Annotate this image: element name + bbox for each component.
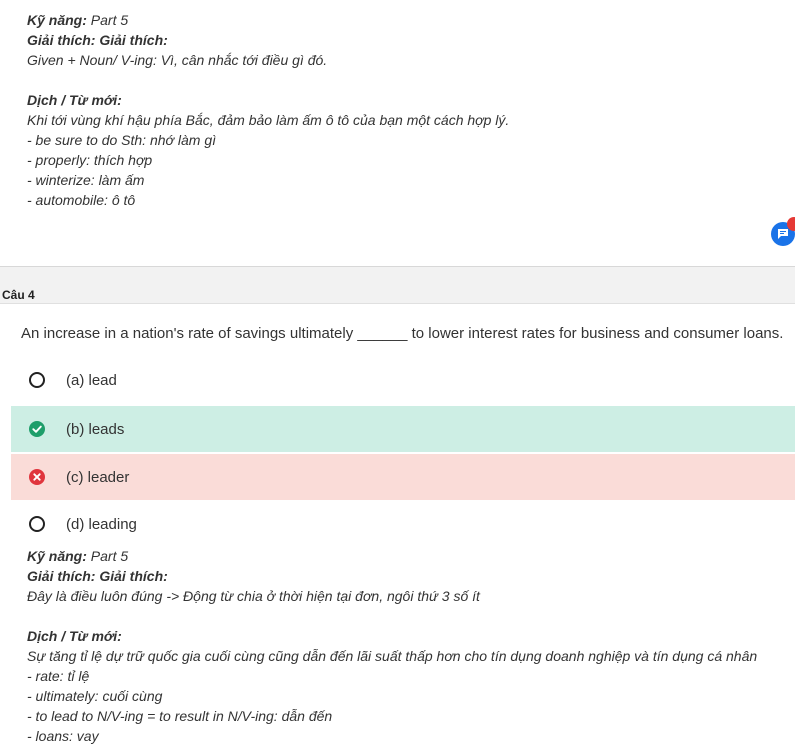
option-label: (c) leader xyxy=(66,468,130,486)
option-label: (b) leads xyxy=(66,420,125,438)
question-separator xyxy=(0,267,795,303)
vocab-line: - loans: vay xyxy=(27,728,99,744)
vocab-line: Khi tới vùng khí hậu phía Bắc, đảm bảo l… xyxy=(27,112,510,128)
question-number: Câu 4 xyxy=(2,288,35,302)
option-d[interactable]: (d) leading xyxy=(11,501,795,547)
vocab-line: - automobile: ô tô xyxy=(27,192,136,208)
option-c[interactable]: (c) leader xyxy=(11,454,795,500)
skill-value: Part 5 xyxy=(90,548,129,564)
vocab-line: - be sure to do Sth: nhớ làm gì xyxy=(27,132,217,148)
vocab-line: - properly: thích hợp xyxy=(27,152,153,168)
vocab-line: Sự tăng tỉ lệ dự trữ quốc gia cuối cùng … xyxy=(27,648,758,664)
option-label: (a) lead xyxy=(66,371,117,389)
chat-icon xyxy=(778,229,788,239)
skill-label: Kỹ năng: xyxy=(27,12,87,28)
explain-label: Giải thích: Giải thích: xyxy=(27,568,168,584)
vocab-line: - rate: tỉ lệ xyxy=(27,668,90,684)
vocab-label: Dịch / Từ mới: xyxy=(27,92,122,108)
vocab-line: - winterize: làm ấm xyxy=(27,172,145,188)
explain-text: Given + Noun/ V-ing: Vì, cân nhắc tới đi… xyxy=(27,52,328,68)
explain-text: Đây là điều luôn đúng -> Động từ chia ở … xyxy=(27,588,480,604)
explain-label: Giải thích: Giải thích: xyxy=(27,32,168,48)
option-a[interactable]: (a) lead xyxy=(11,357,795,403)
vocab-line: - ultimately: cuối cùng xyxy=(27,688,163,704)
option-b[interactable]: (b) leads xyxy=(11,406,795,452)
skill-value: Part 5 xyxy=(90,12,129,28)
previous-explanation: Kỹ năng: Part 5 Giải thích: Giải thích: … xyxy=(27,10,509,210)
question-text: An increase in a nation's rate of saving… xyxy=(21,325,784,342)
radio-icon[interactable] xyxy=(29,516,45,532)
option-label: (d) leading xyxy=(66,515,137,533)
skill-label: Kỹ năng: xyxy=(27,548,87,564)
vocab-line: - to lead to N/V-ing = to result in N/V-… xyxy=(27,708,333,724)
check-circle-icon xyxy=(29,421,45,437)
notification-badge xyxy=(787,217,795,231)
vocab-label: Dịch / Từ mới: xyxy=(27,628,122,644)
answer-explanation: Kỹ năng: Part 5 Giải thích: Giải thích: … xyxy=(27,546,757,746)
x-circle-icon xyxy=(29,469,45,485)
radio-icon[interactable] xyxy=(29,372,45,388)
